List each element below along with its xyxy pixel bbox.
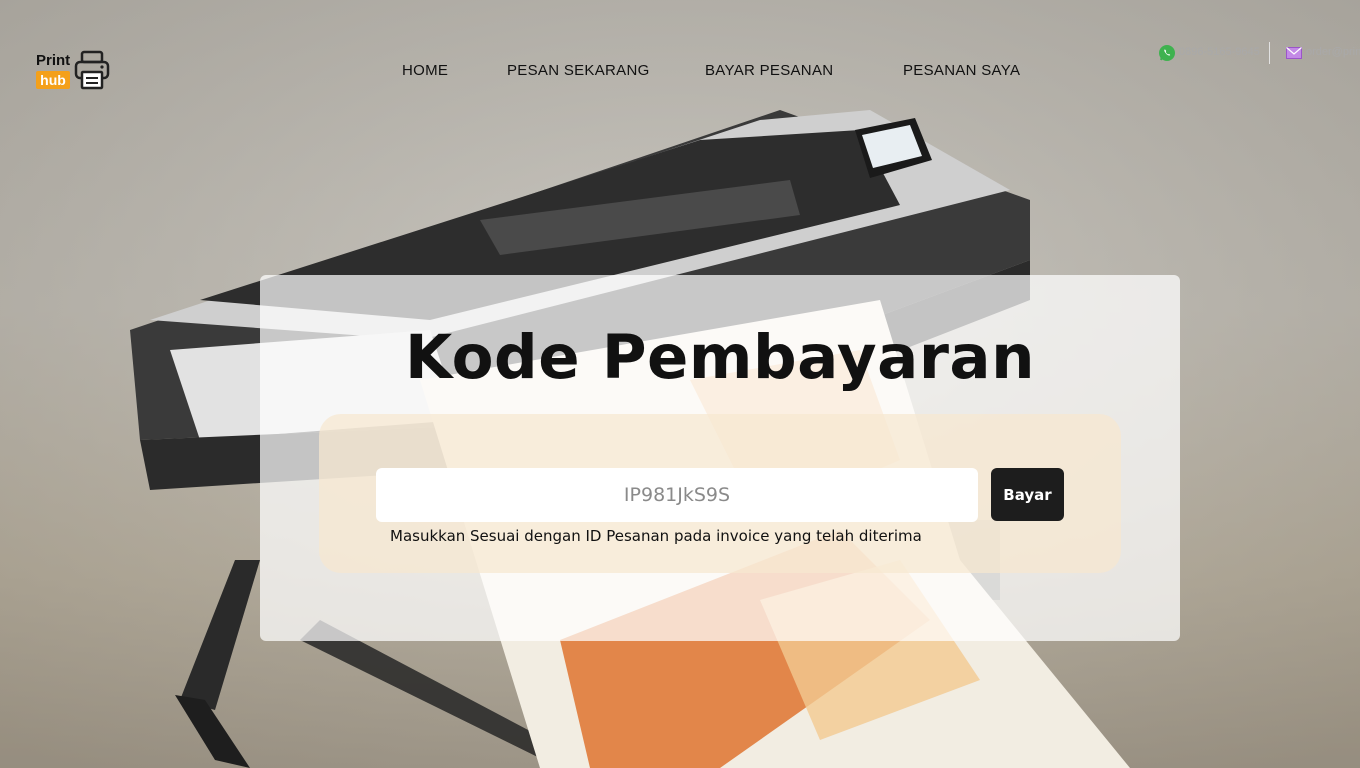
page-title: Kode Pembayaran bbox=[404, 322, 1036, 393]
pay-button[interactable]: Bayar bbox=[991, 468, 1064, 521]
nav-pesan-sekarang[interactable]: PESAN SEKARANG bbox=[507, 62, 650, 79]
contact-info: 0896-5165-9645 order@printhub.id bbox=[1158, 42, 1360, 66]
printer-icon bbox=[74, 50, 110, 90]
contact-phone[interactable]: 0896-5165-9645 bbox=[1179, 46, 1260, 58]
nav-bayar-pesanan[interactable]: BAYAR PESANAN bbox=[705, 62, 833, 79]
printhub-logo[interactable]: Print hub bbox=[36, 50, 110, 92]
nav-pesanan-saya[interactable]: PESANAN SAYA bbox=[903, 62, 1020, 79]
payment-code-input[interactable] bbox=[376, 468, 978, 522]
nav-home[interactable]: HOME bbox=[402, 62, 448, 79]
mail-icon[interactable] bbox=[1286, 47, 1302, 59]
logo-text-hub: hub bbox=[36, 71, 70, 89]
whatsapp-icon[interactable] bbox=[1158, 44, 1176, 62]
site-header: Print hub HOME PESAN SEKARANG BAYAR PESA… bbox=[0, 0, 1360, 130]
contact-email[interactable]: order@printhub.id bbox=[1306, 46, 1360, 58]
payment-code-help-text: Masukkan Sesuai dengan ID Pesanan pada i… bbox=[390, 527, 922, 545]
payment-code-card: Kode Pembayaran Bayar Masukkan Sesuai de… bbox=[260, 275, 1180, 641]
payment-form: Bayar Masukkan Sesuai dengan ID Pesanan … bbox=[319, 414, 1121, 573]
logo-text-print: Print bbox=[36, 52, 71, 69]
contact-divider bbox=[1269, 42, 1270, 64]
